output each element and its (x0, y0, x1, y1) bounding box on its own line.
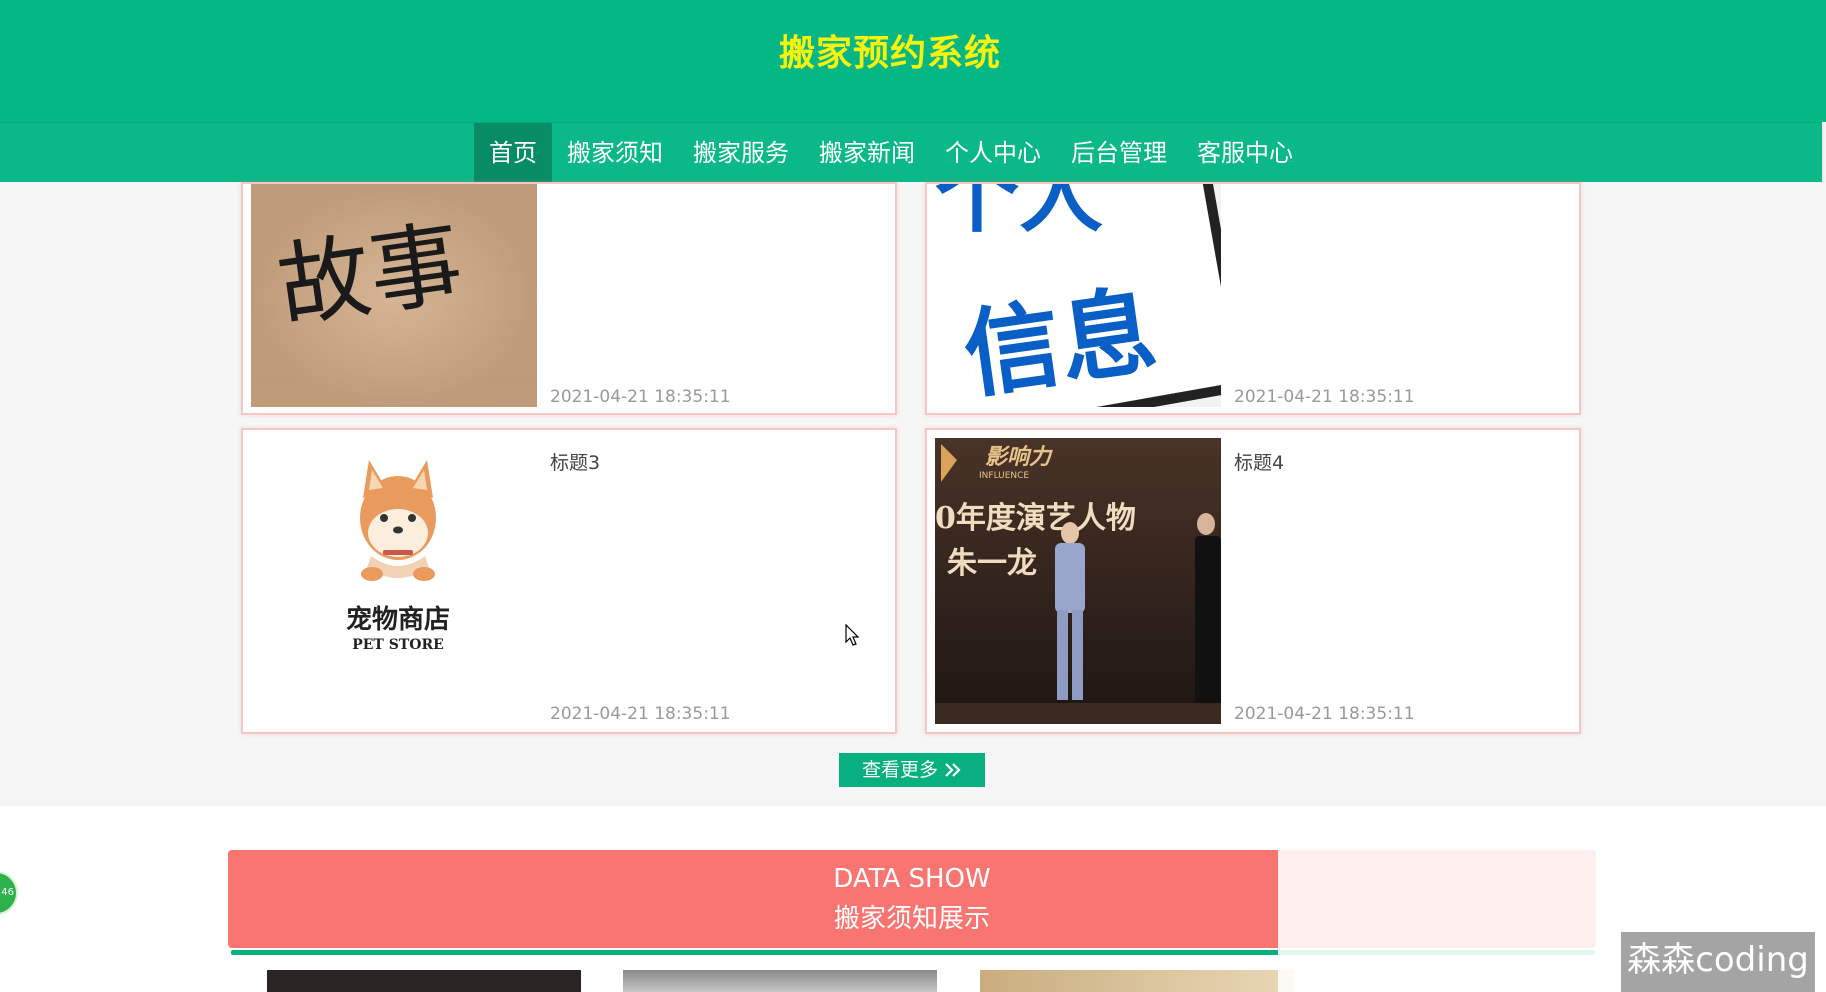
view-more-label: 查看更多 (861, 759, 938, 781)
card-date: 2021-04-21 18:35:11 (550, 704, 731, 724)
nav-item-news[interactable]: 搬家新闻 (804, 123, 930, 183)
news-card[interactable]: 宠物商店 PET STORE 标题3 2021-04-21 18:35:11 (241, 428, 897, 734)
news-card[interactable]: 影响力 INFLUENCE 0年度演艺人物 朱一龙 标题4 2021-04-21… (925, 428, 1581, 734)
card-image-text-en: PET STORE (352, 637, 444, 653)
news-card[interactable]: 故事 2021-04-21 18:35:11 (241, 182, 897, 415)
double-chevron-right-icon (944, 759, 962, 781)
main-nav: 首页 搬家须知 搬家服务 搬家新闻 个人中心 后台管理 客服中心 (0, 122, 1822, 183)
view-more-button[interactable]: 查看更多 (839, 753, 985, 787)
card-image-brand: 影响力 (985, 445, 1053, 470)
card-image: 个人 信息 (935, 184, 1221, 407)
site-header: 搬家预约系统 (0, 0, 1826, 122)
showcase-thumb[interactable] (267, 970, 581, 992)
nav-item-profile[interactable]: 个人中心 (930, 123, 1056, 183)
card-image: 宠物商店 PET STORE (251, 438, 537, 724)
card-image-brand-en: INFLUENCE (979, 471, 1029, 481)
nav-item-home[interactable]: 首页 (474, 123, 552, 183)
site-title: 搬家预约系统 (778, 33, 1001, 74)
card-date: 2021-04-21 18:35:11 (550, 387, 731, 407)
card-image-text-cn: 宠物商店 (346, 604, 450, 635)
news-card[interactable]: 个人 信息 2021-04-21 18:35:11 (925, 182, 1581, 415)
nav-item-services[interactable]: 搬家服务 (678, 123, 804, 183)
showcase-thumb[interactable] (980, 970, 1294, 992)
nav-item-notice[interactable]: 搬家须知 (552, 123, 678, 183)
nav-item-support[interactable]: 客服中心 (1182, 123, 1308, 183)
card-image-line1: 0年度演艺人物 (935, 501, 1136, 536)
card-date: 2021-04-21 18:35:11 (1234, 704, 1415, 724)
card-image-text-top: 个人 (935, 184, 1103, 244)
mouse-cursor-icon (845, 624, 860, 646)
card-title[interactable]: 标题4 (1234, 448, 1284, 475)
card-date: 2021-04-21 18:35:11 (1234, 387, 1415, 407)
card-title[interactable]: 标题3 (550, 448, 600, 475)
watermark: 森森coding (1621, 932, 1815, 992)
showcase-thumb[interactable] (623, 970, 937, 992)
card-image: 故事 (251, 184, 537, 407)
card-image: 影响力 INFLUENCE 0年度演艺人物 朱一龙 (935, 438, 1221, 724)
nav-item-admin[interactable]: 后台管理 (1056, 123, 1182, 183)
card-image-line2: 朱一龙 (947, 546, 1037, 581)
